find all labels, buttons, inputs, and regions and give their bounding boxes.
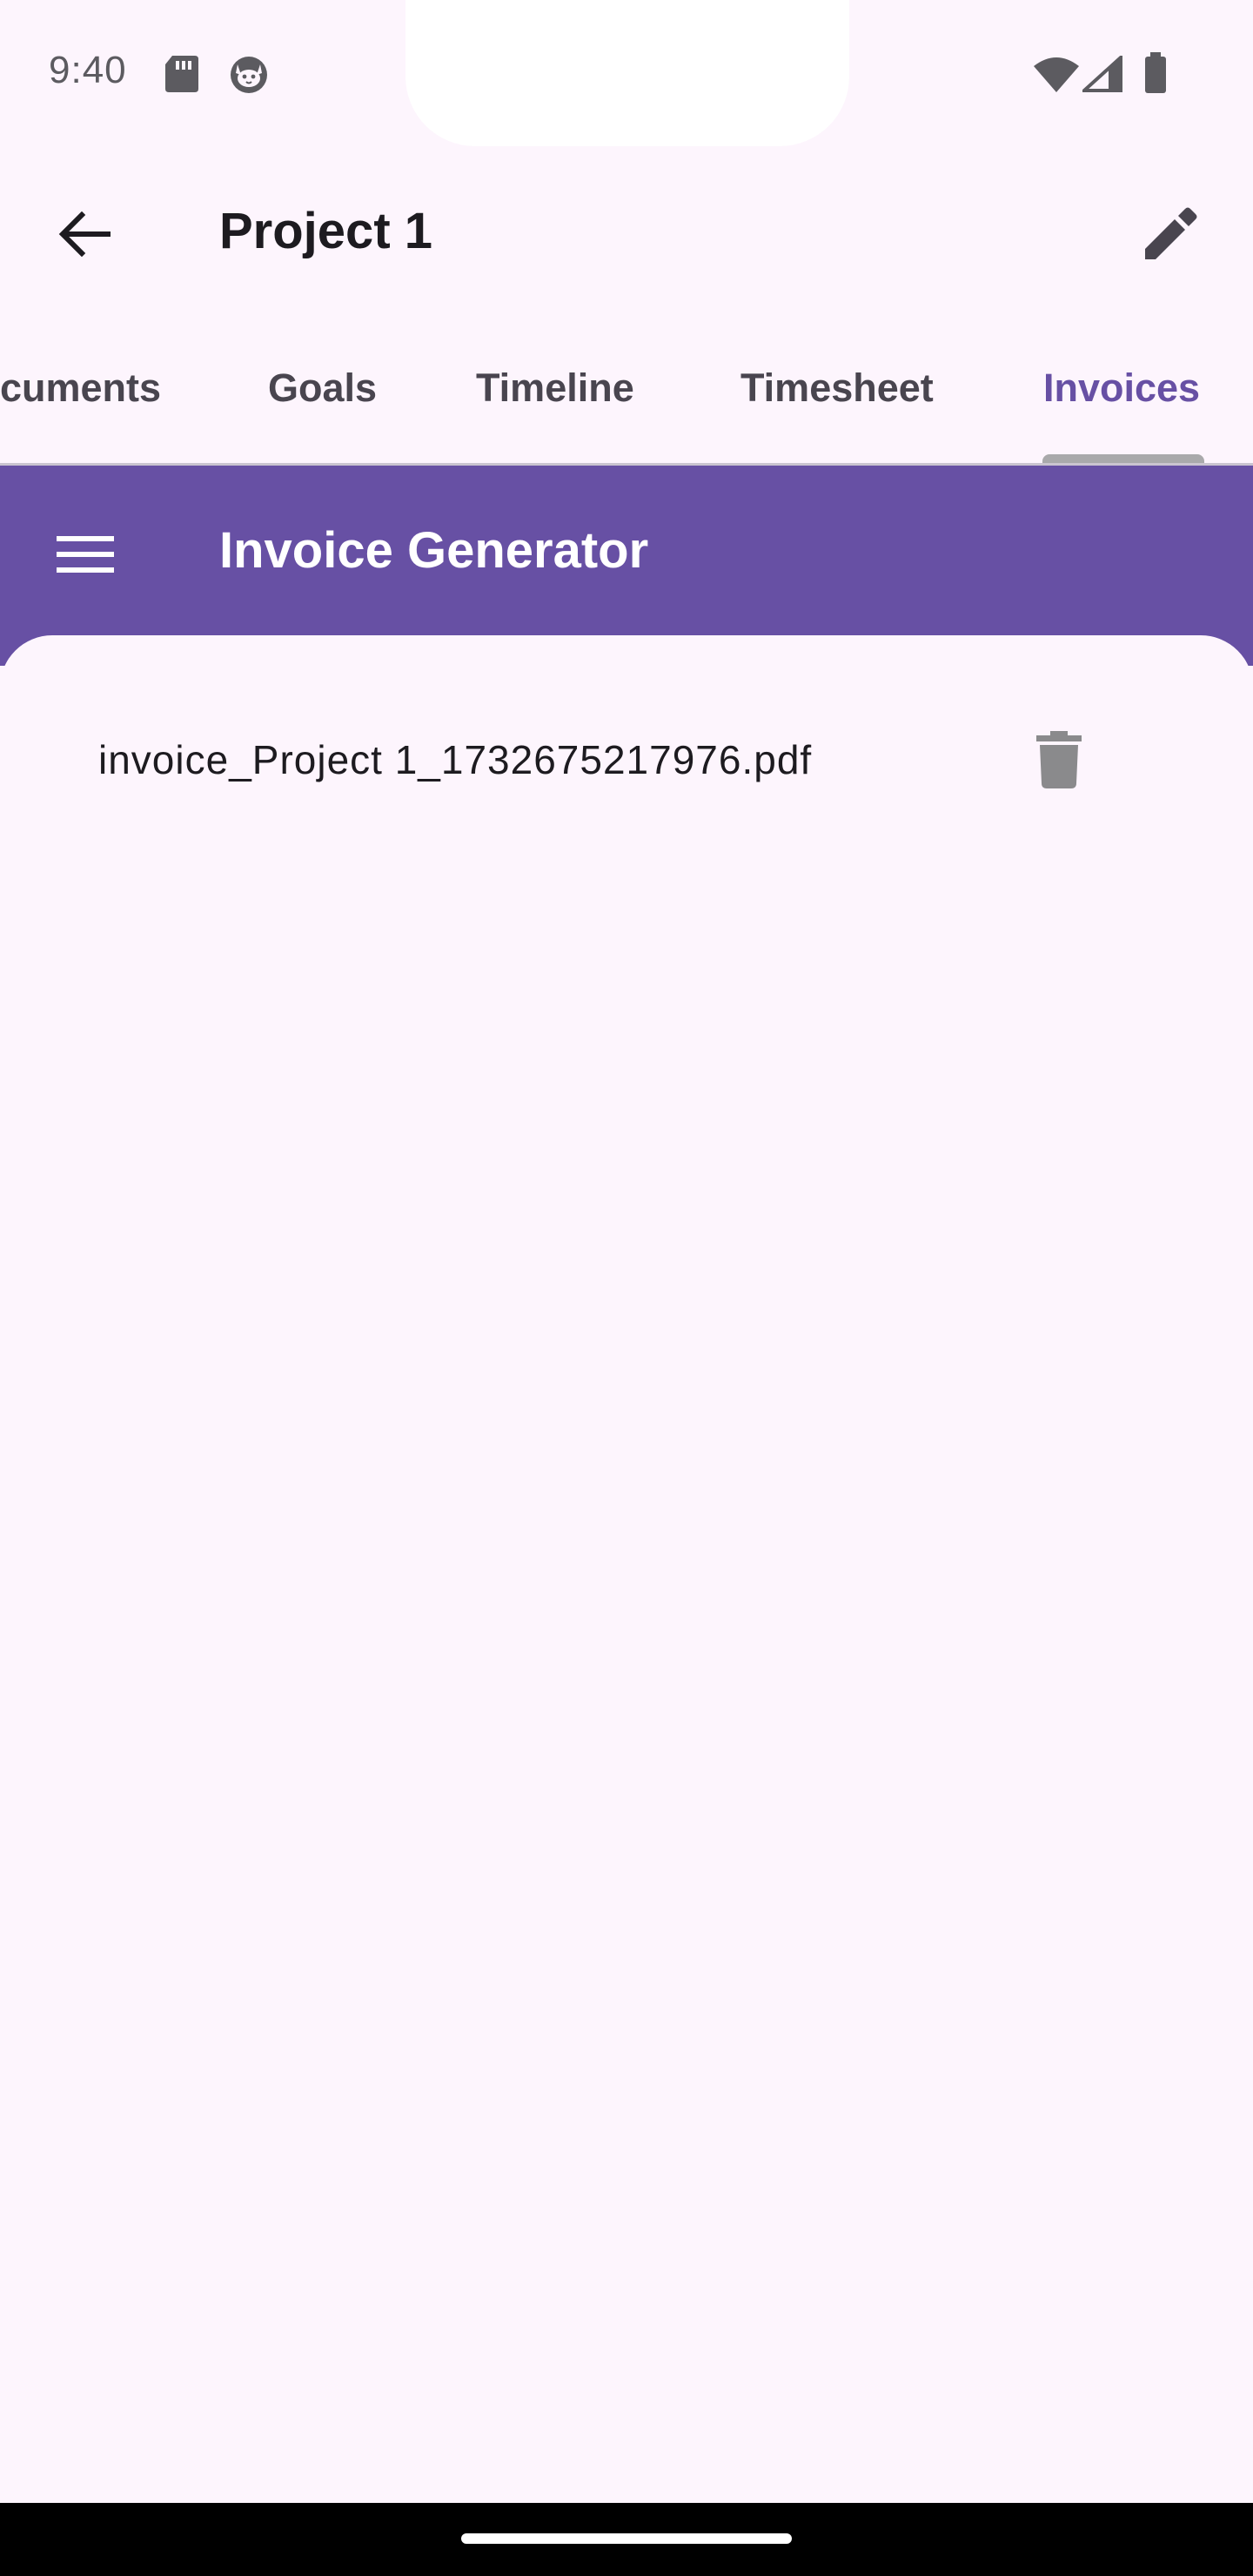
back-button[interactable] (45, 197, 124, 275)
tab-documents[interactable]: cuments (0, 366, 161, 411)
page-title: Project 1 (219, 203, 432, 259)
trash-icon (1036, 730, 1082, 793)
app-bar: Project 1 (0, 148, 1253, 322)
invoice-filename[interactable]: invoice_Project 1_1732675217976.pdf (98, 736, 812, 783)
tab-timesheet[interactable]: Timesheet (740, 366, 934, 411)
pencil-icon (1142, 205, 1199, 267)
battery-icon (1143, 52, 1168, 98)
tab-timeline[interactable]: Timeline (476, 366, 634, 411)
invoice-list: invoice_Project 1_1732675217976.pdf (0, 635, 1253, 2503)
list-item[interactable]: invoice_Project 1_1732675217976.pdf (0, 722, 1253, 801)
active-tab-indicator (1042, 454, 1204, 463)
cell-signal-icon (1079, 53, 1122, 97)
tab-goals[interactable]: Goals (268, 366, 377, 411)
status-time: 9:40 (49, 49, 127, 91)
delete-button[interactable] (1020, 722, 1098, 801)
generator-title: Invoice Generator (219, 522, 649, 579)
status-bar: 9:40 (0, 0, 1253, 148)
cat-face-icon (228, 54, 270, 98)
system-nav-bar (0, 2503, 1253, 2576)
edit-button[interactable] (1131, 197, 1209, 275)
tab-bar: cuments Goals Timeline Timesheet Invoice… (0, 322, 1253, 466)
arrow-back-icon (57, 211, 111, 261)
hamburger-menu-icon (57, 534, 114, 579)
home-indicator[interactable] (461, 2533, 792, 2544)
camera-notch (405, 0, 849, 146)
wifi-icon (1032, 56, 1081, 97)
sd-card-icon (164, 54, 200, 98)
menu-button[interactable] (49, 520, 122, 593)
tab-invoices[interactable]: Invoices (1043, 366, 1200, 411)
